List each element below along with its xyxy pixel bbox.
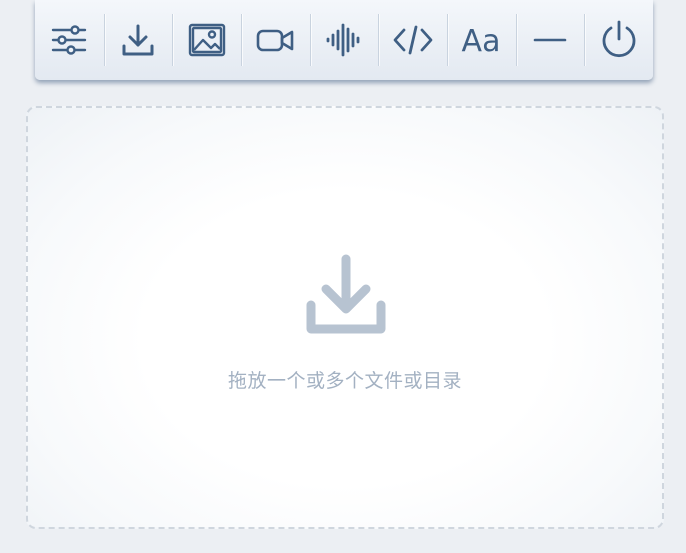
image-icon [185, 18, 229, 62]
code-icon [391, 18, 435, 62]
drop-instructions: 拖放一个或多个文件或目录 [227, 370, 462, 392]
insert-video-button[interactable] [241, 0, 310, 80]
font-button[interactable]: Aa [447, 0, 516, 80]
font-icon: Aa [459, 18, 503, 62]
download-button[interactable] [103, 0, 173, 80]
power-icon [597, 18, 641, 62]
insert-audio-button[interactable] [309, 0, 379, 80]
insert-image-button[interactable] [172, 0, 241, 80]
sliders-icon [47, 18, 91, 62]
settings-button[interactable] [35, 0, 104, 80]
file-drop-zone[interactable]: 拖放一个或多个文件或目录 [26, 106, 664, 529]
power-button[interactable] [584, 0, 653, 80]
drop-download-icon [304, 253, 388, 339]
audio-waveform-icon [322, 18, 366, 62]
video-icon [253, 18, 297, 62]
toolbar: Aa [35, 0, 653, 80]
insert-code-button[interactable] [378, 0, 447, 80]
font-icon-label: Aa [462, 24, 501, 59]
download-icon [116, 18, 160, 62]
minimize-button[interactable] [515, 0, 585, 80]
minimize-icon [528, 18, 572, 62]
